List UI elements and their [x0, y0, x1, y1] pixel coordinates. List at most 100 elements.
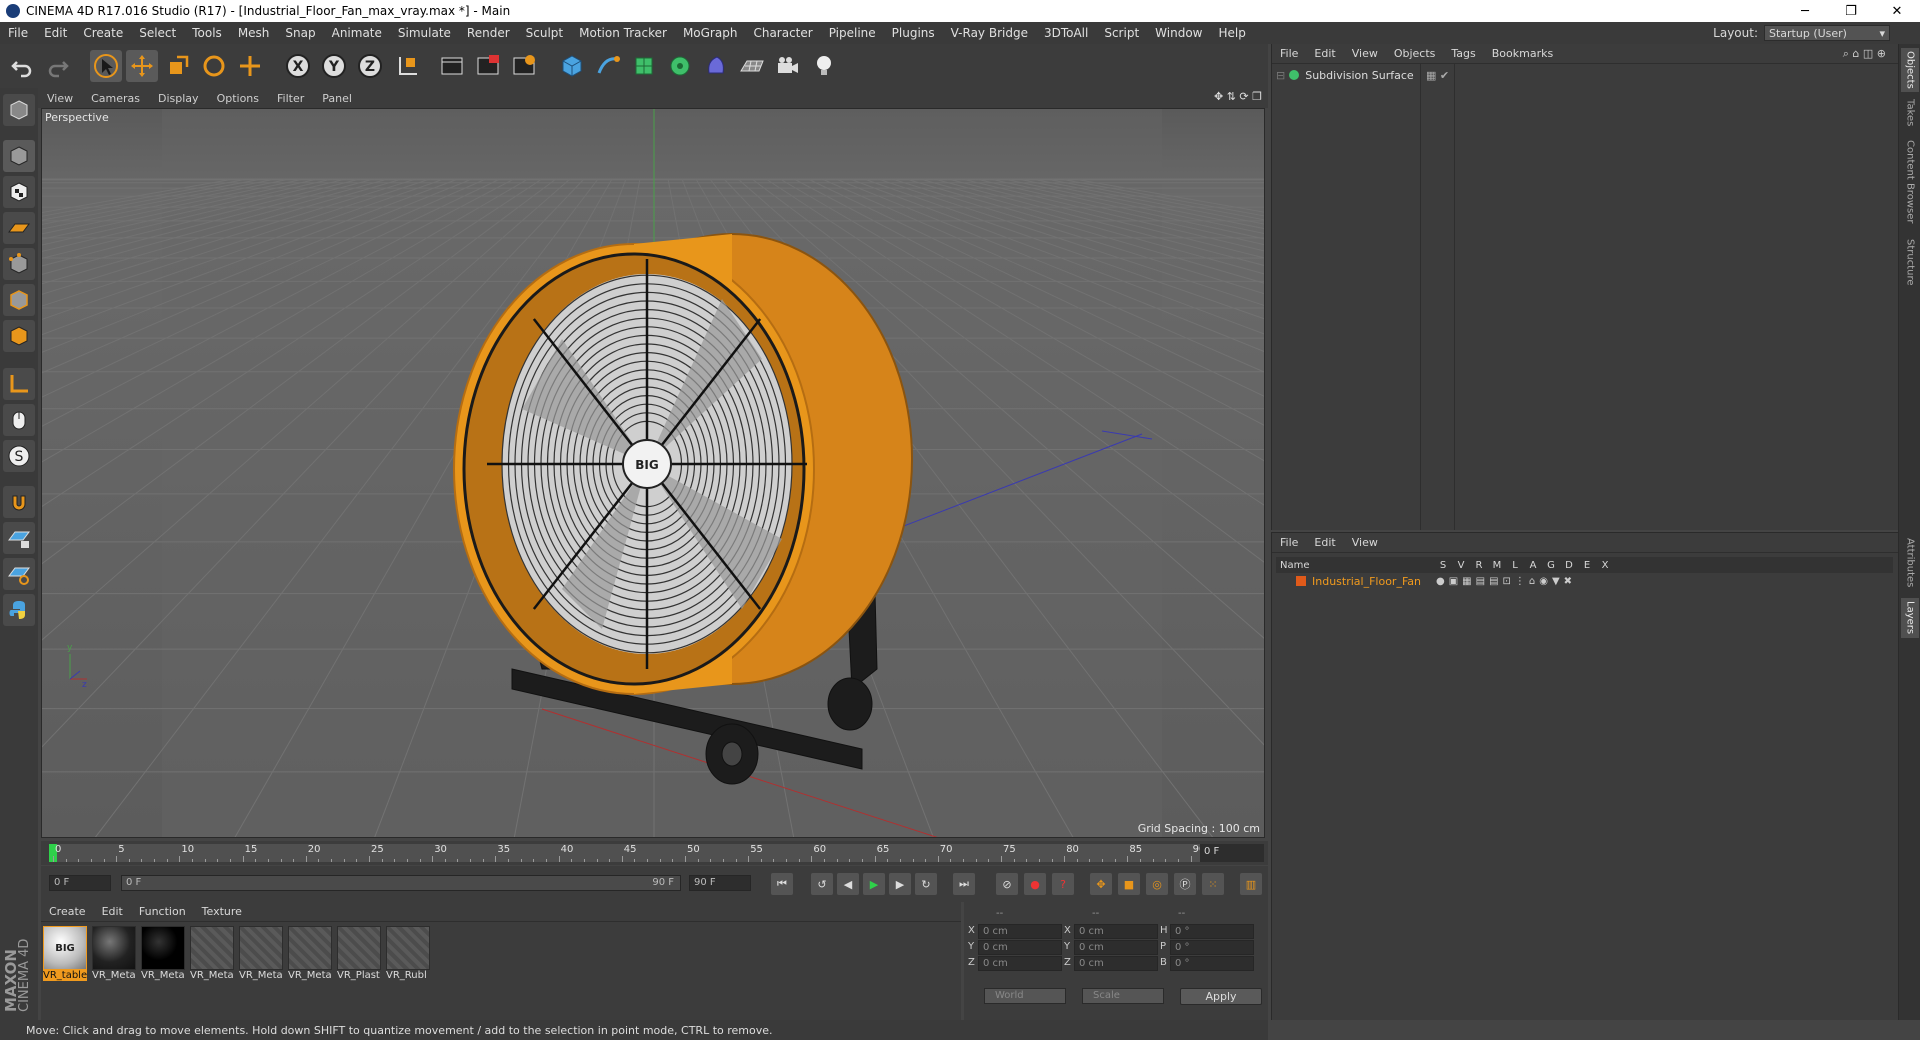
material-item[interactable]: VR_Meta — [239, 926, 283, 984]
layer-col-e[interactable]: E — [1578, 560, 1596, 571]
material-name[interactable]: VR_Meta — [190, 970, 234, 981]
x-axis-button[interactable]: X — [282, 50, 314, 82]
material-menu-texture[interactable]: Texture — [194, 905, 250, 918]
end-frame-field[interactable]: 90 F — [689, 875, 751, 891]
layer-col-m[interactable]: M — [1488, 560, 1506, 571]
apply-button[interactable]: Apply — [1180, 988, 1262, 1005]
go-to-end-button[interactable]: ⏭ — [953, 873, 975, 895]
material-preview[interactable]: BIG — [43, 926, 87, 970]
keyframe-help-button[interactable]: ? — [1052, 873, 1074, 895]
maximize-button[interactable]: ❐ — [1828, 0, 1874, 22]
undo-button[interactable] — [6, 50, 38, 82]
layer-col-r[interactable]: R — [1470, 560, 1488, 571]
tab-structure[interactable]: Structure — [1901, 234, 1919, 290]
menu-create[interactable]: Create — [75, 26, 131, 40]
redo-button[interactable] — [42, 50, 74, 82]
coord-value-field[interactable]: 0 cm — [978, 940, 1062, 955]
object-search-icons[interactable]: ⌕ ⌂ ◫ ⊕ — [1843, 47, 1886, 61]
object-menu-view[interactable]: View — [1344, 47, 1386, 60]
camera-button[interactable] — [772, 50, 804, 82]
key-parameter-button[interactable]: Ⓟ — [1174, 873, 1196, 895]
material-name[interactable]: VR_Meta — [92, 970, 136, 981]
edges-mode-button[interactable] — [3, 284, 35, 316]
key-position-button[interactable]: ✥ — [1090, 873, 1112, 895]
axis-mode-button[interactable] — [3, 368, 35, 400]
timeline-ruler[interactable]: 0 5 10 15 20 25 30 35 40 45 50 55 60 65 70 75 80 85 90 — [49, 844, 1205, 862]
menu-v-ray-bridge[interactable]: V-Ray Bridge — [943, 26, 1036, 40]
next-key-button[interactable]: ↻ — [915, 873, 937, 895]
select-tool-button[interactable] — [90, 50, 122, 82]
viewport-menu-filter[interactable]: Filter — [268, 92, 313, 105]
object-menu-tags[interactable]: Tags — [1443, 47, 1483, 60]
layer-col-x[interactable]: X — [1596, 560, 1614, 571]
material-item[interactable]: VR_Plast — [337, 926, 381, 984]
material-menu-edit[interactable]: Edit — [94, 905, 131, 918]
menu-select[interactable]: Select — [131, 26, 184, 40]
move-tool-button[interactable] — [126, 50, 158, 82]
material-item[interactable]: BIG VR_table — [43, 926, 87, 984]
frame-range-slider[interactable]: 0 F 90 F — [121, 875, 681, 891]
menu-file[interactable]: File — [0, 26, 36, 40]
menu-tools[interactable]: Tools — [184, 26, 230, 40]
coord-value-field[interactable]: 0 ° — [1170, 956, 1254, 971]
play-button[interactable]: ▶ — [863, 873, 885, 895]
next-frame-button[interactable]: ▶ — [889, 873, 911, 895]
material-name[interactable]: VR_Meta — [288, 970, 332, 981]
menu-sculpt[interactable]: Sculpt — [518, 26, 571, 40]
key-pla-button[interactable]: ⁙ — [1202, 873, 1224, 895]
go-to-start-button[interactable]: ⏮ — [771, 873, 793, 895]
coord-value-field[interactable]: 0 cm — [1074, 924, 1158, 939]
live-selection-button[interactable] — [234, 50, 266, 82]
layout-dropdown[interactable]: Startup (User) ▾ — [1764, 25, 1890, 41]
expand-icon[interactable]: ⊟ — [1276, 69, 1285, 82]
menu-pipeline[interactable]: Pipeline — [821, 26, 884, 40]
material-name[interactable]: VR_Rubl — [386, 970, 430, 981]
material-name[interactable]: VR_Meta — [239, 970, 283, 981]
object-tag-icons[interactable]: ▦ ✔ — [1426, 69, 1449, 82]
material-item[interactable]: VR_Meta — [190, 926, 234, 984]
material-item[interactable]: VR_Rubl — [386, 926, 430, 984]
object-menu-objects[interactable]: Objects — [1386, 47, 1444, 60]
layer-menu-file[interactable]: File — [1272, 536, 1306, 549]
points-mode-button[interactable] — [3, 248, 35, 280]
planar-workplane-button[interactable] — [3, 558, 35, 590]
previous-key-button[interactable]: ↺ — [811, 873, 833, 895]
floor-button[interactable] — [736, 50, 768, 82]
scale-tool-button[interactable] — [162, 50, 194, 82]
key-rotation-button[interactable]: ◎ — [1146, 873, 1168, 895]
material-preview[interactable] — [337, 926, 381, 970]
layer-color-swatch[interactable] — [1296, 576, 1306, 586]
viewport-menu-panel[interactable]: Panel — [313, 92, 361, 105]
python-button[interactable] — [3, 594, 35, 626]
tab-attributes[interactable]: Attributes — [1901, 532, 1919, 594]
record-button[interactable]: ● — [1024, 873, 1046, 895]
tweak-mode-button[interactable] — [3, 404, 35, 436]
coord-value-field[interactable]: 0 ° — [1170, 940, 1254, 955]
material-preview[interactable] — [190, 926, 234, 970]
layer-col-v[interactable]: V — [1452, 560, 1470, 571]
coord-type-dropdown[interactable]: Scale — [1082, 988, 1164, 1004]
start-frame-field[interactable]: 0 F — [49, 875, 111, 891]
material-preview[interactable] — [141, 926, 185, 970]
material-preview[interactable] — [288, 926, 332, 970]
material-menu-function[interactable]: Function — [131, 905, 194, 918]
object-menu-bookmarks[interactable]: Bookmarks — [1484, 47, 1561, 60]
menu-character[interactable]: Character — [745, 26, 820, 40]
layer-col-l[interactable]: L — [1506, 560, 1524, 571]
coord-value-field[interactable]: 0 ° — [1170, 924, 1254, 939]
y-axis-button[interactable]: Y — [318, 50, 350, 82]
menu-snap[interactable]: Snap — [277, 26, 323, 40]
viewport-perspective[interactable]: BIG y z Perspective Grid Spacing : 100 c… — [41, 108, 1265, 838]
tab-content-browser[interactable]: Content Browser — [1901, 134, 1919, 230]
render-picture-viewer-button[interactable] — [472, 50, 504, 82]
timeline-window-button[interactable]: ▥ — [1240, 873, 1262, 895]
layer-col-s[interactable]: S — [1434, 560, 1452, 571]
menu-window[interactable]: Window — [1147, 26, 1210, 40]
tab-objects[interactable]: Objects — [1901, 48, 1919, 92]
object-name[interactable]: Subdivision Surface — [1305, 69, 1413, 82]
material-name[interactable]: VR_table — [43, 970, 87, 981]
previous-frame-button[interactable]: ◀ — [837, 873, 859, 895]
subdivision-surface-button[interactable] — [628, 50, 660, 82]
menu-mograph[interactable]: MoGraph — [675, 26, 746, 40]
viewport-nav-icons[interactable]: ✥ ⇅ ⟳ ❐ — [1214, 90, 1262, 103]
